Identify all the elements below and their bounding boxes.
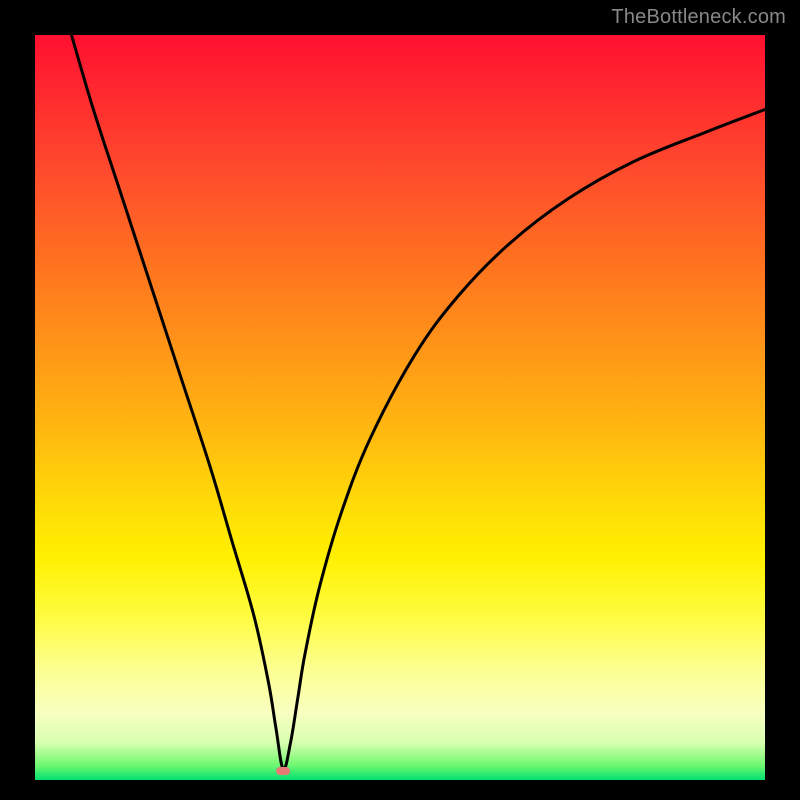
minimum-marker xyxy=(276,767,290,775)
bottleneck-curve xyxy=(72,35,766,769)
plot-area xyxy=(35,35,765,780)
watermark-text: TheBottleneck.com xyxy=(611,6,786,29)
chart-container: TheBottleneck.com xyxy=(0,0,800,800)
curve-svg xyxy=(35,35,765,780)
